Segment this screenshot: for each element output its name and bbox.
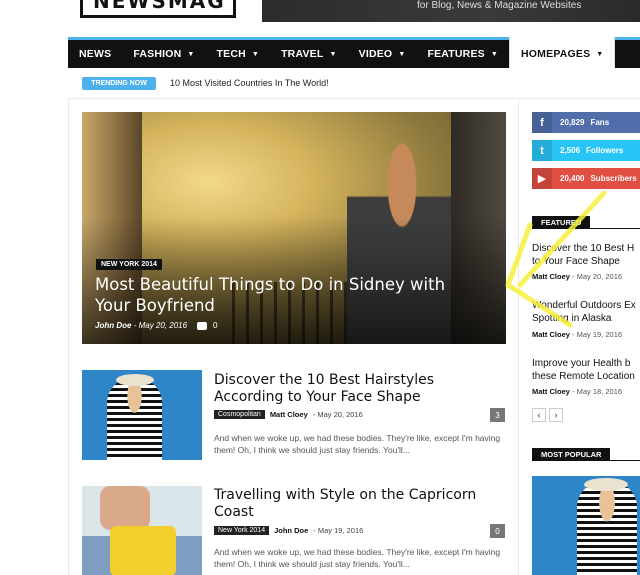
nav-label: FEATURES <box>427 48 485 60</box>
hero-title[interactable]: Most Beautiful Things to Do in Sidney wi… <box>95 274 475 316</box>
next-button[interactable]: › <box>549 408 563 422</box>
comment-count-badge[interactable]: 3 <box>490 408 505 422</box>
thumbnail-figure <box>107 378 162 460</box>
article-thumbnail[interactable] <box>82 370 202 460</box>
facebook-counter[interactable]: f 20,829 Fans <box>532 112 640 133</box>
main-nav: NEWS FASHION ▼ TECH ▼ TRAVEL ▼ VIDEO ▼ FEATU… <box>68 37 640 68</box>
nav-label: NEWS <box>79 48 112 60</box>
divider <box>68 98 640 99</box>
block-underline <box>532 460 640 461</box>
article-thumbnail[interactable] <box>82 486 202 575</box>
nav-item-travel[interactable]: TRAVEL ▼ <box>270 40 348 68</box>
twitter-label: Followers <box>586 146 624 155</box>
article-meta: New York 2014 John Doe - May 19, 2016 <box>214 526 363 535</box>
featured-date: - May 18, 2016 <box>572 387 623 396</box>
article-date: - May 19, 2016 <box>313 526 364 535</box>
divider <box>518 98 519 575</box>
thumbnail-hat <box>116 374 154 386</box>
thumbnail-hand <box>100 486 150 530</box>
article-author[interactable]: Matt Cloey <box>270 410 308 419</box>
category-badge[interactable]: Cosmopolitan <box>214 410 265 419</box>
site-logo[interactable]: NEWSMAG <box>80 0 236 18</box>
featured-date: - May 20, 2016 <box>572 272 623 281</box>
featured-item-title[interactable]: Improve your Health b these Remote Locat… <box>532 357 640 383</box>
nav-label: HOMEPAGES <box>521 48 591 60</box>
facebook-count: 20,829 <box>560 118 585 127</box>
featured-item-title[interactable]: Wonderful Outdoors Ex Spotting in Alaska <box>532 299 640 325</box>
twitter-count: 2,506 <box>560 146 581 155</box>
hero-comments[interactable]: 0 <box>197 321 217 330</box>
chevron-down-icon: ▼ <box>251 50 260 58</box>
chevron-down-icon: ▼ <box>187 50 195 58</box>
title-line: to Your Face Shape <box>532 256 620 267</box>
category-badge[interactable]: New York 2014 <box>214 526 270 535</box>
nav-label: FASHION <box>133 48 182 60</box>
trending-badge: TRENDING NOW <box>82 77 156 90</box>
nav-item-features[interactable]: FEATURES ▼ <box>416 40 509 68</box>
title-line: these Remote Location <box>532 371 635 382</box>
trending-link[interactable]: 10 Most Visited Countries In The World! <box>170 78 329 88</box>
comment-count-badge[interactable]: 0 <box>490 524 505 538</box>
title-line: Improve your Health b <box>532 358 631 369</box>
facebook-label: Fans <box>590 118 610 127</box>
nav-item-fashion[interactable]: FASHION ▼ <box>122 40 205 68</box>
featured-item-meta: Matt Cloey - May 18, 2016 <box>532 387 622 396</box>
featured-pager: ‹ › <box>532 408 563 422</box>
featured-item-meta: Matt Cloey - May 19, 2016 <box>532 330 622 339</box>
youtube-counter[interactable]: ▶ 20,400 Subscribers <box>532 168 640 189</box>
article-title[interactable]: Discover the 10 Best Hairstyles Accordin… <box>214 372 504 406</box>
featured-author[interactable]: Matt Cloey <box>532 330 570 339</box>
nav-item-video[interactable]: VIDEO ▼ <box>348 40 417 68</box>
title-line: Discover the 10 Best H <box>532 243 635 254</box>
youtube-count: 20,400 <box>560 174 585 183</box>
hero-date: - May 20, 2016 <box>133 321 188 330</box>
nav-label: TRAVEL <box>281 48 324 60</box>
chevron-down-icon: ▼ <box>596 50 604 58</box>
featured-item-title[interactable]: Discover the 10 Best H to Your Face Shap… <box>532 242 640 268</box>
nav-label: TECH <box>216 48 246 60</box>
banner-text: for Blog, News & Magazine Websites <box>417 0 582 11</box>
chevron-down-icon: ▼ <box>490 50 499 58</box>
twitter-counter[interactable]: t 2,506 Followers <box>532 140 640 161</box>
hero-category-tag[interactable]: NEW YORK 2014 <box>96 259 162 270</box>
thumbnail-bag <box>110 526 176 575</box>
featured-date: - May 19, 2016 <box>572 330 623 339</box>
article-excerpt: And when we woke up, we had these bodies… <box>214 433 501 455</box>
prev-button[interactable]: ‹ <box>532 408 546 422</box>
most-popular-thumbnail[interactable] <box>532 476 640 575</box>
title-line: Wonderful Outdoors Ex <box>532 300 636 311</box>
article-title[interactable]: Travelling with Style on the Capricorn C… <box>214 487 504 521</box>
chevron-down-icon: ▼ <box>398 50 406 58</box>
hero-meta: John Doe - May 20, 2016 <box>95 321 187 330</box>
article-date: - May 20, 2016 <box>312 410 363 419</box>
featured-author[interactable]: Matt Cloey <box>532 272 570 281</box>
nav-label: VIDEO <box>358 48 393 60</box>
nav-item-homepages[interactable]: HOMEPAGES ▼ <box>509 37 616 68</box>
nav-item-news[interactable]: NEWS <box>68 40 122 68</box>
article-excerpt: And when we woke up, we had these bodies… <box>214 547 501 569</box>
title-line: Spotting in Alaska <box>532 313 612 324</box>
youtube-label: Subscribers <box>590 174 637 183</box>
article-author[interactable]: John Doe <box>274 526 308 535</box>
hero-comment-count: 0 <box>213 321 218 330</box>
facebook-icon: f <box>532 112 552 133</box>
youtube-icon: ▶ <box>532 168 552 189</box>
comment-icon <box>197 321 207 330</box>
header-banner-ad[interactable]: for Blog, News & Magazine Websites <box>262 0 640 22</box>
block-underline <box>532 228 640 229</box>
thumbnail-figure <box>577 482 637 575</box>
featured-item-meta: Matt Cloey - May 20, 2016 <box>532 272 622 281</box>
divider <box>68 98 69 575</box>
featured-author[interactable]: Matt Cloey <box>532 387 570 396</box>
thumbnail-hat <box>584 478 628 491</box>
twitter-icon: t <box>532 140 552 161</box>
nav-item-tech[interactable]: TECH ▼ <box>206 40 271 68</box>
hero-author[interactable]: John Doe <box>95 321 131 330</box>
logo-text: NEWSMAG <box>93 0 226 13</box>
chevron-down-icon: ▼ <box>329 50 337 58</box>
article-meta: Cosmopolitan Matt Cloey - May 20, 2016 <box>214 410 363 419</box>
